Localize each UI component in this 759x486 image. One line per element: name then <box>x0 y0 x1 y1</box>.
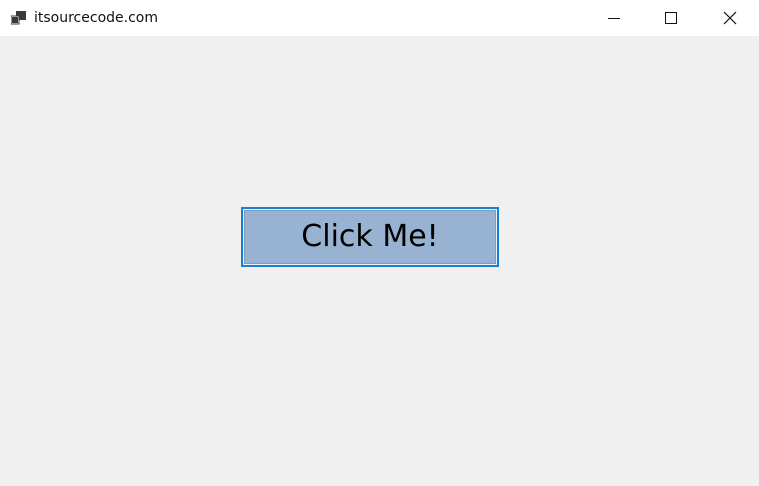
close-button[interactable] <box>707 0 753 36</box>
close-icon <box>723 11 737 25</box>
maximize-button[interactable] <box>648 0 694 36</box>
minimize-icon <box>608 12 620 24</box>
window-title: itsourcecode.com <box>34 10 158 26</box>
title-bar[interactable]: itsourcecode.com <box>0 0 759 36</box>
app-window-icon <box>10 10 27 25</box>
app-window: itsourcecode.com Click Me! <box>0 0 759 486</box>
maximize-icon <box>665 12 677 24</box>
minimize-button[interactable] <box>591 0 637 36</box>
form-client-area: Click Me! <box>0 36 759 486</box>
click-me-button-label: Click Me! <box>301 219 439 254</box>
click-me-button-face[interactable]: Click Me! <box>244 210 496 264</box>
click-me-button[interactable]: Click Me! <box>241 207 499 267</box>
